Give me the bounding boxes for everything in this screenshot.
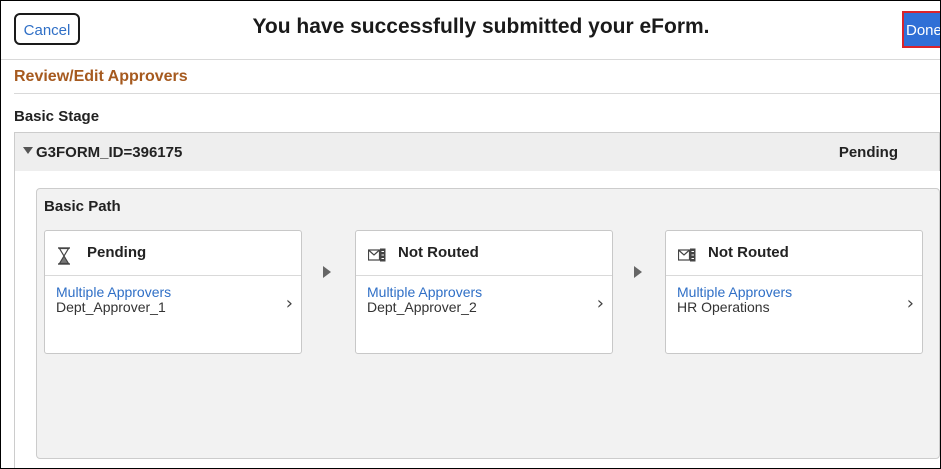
cancel-button[interactable]: Cancel	[14, 13, 80, 45]
chevron-right-icon[interactable]: ›	[907, 293, 914, 314]
not-routed-icon	[678, 248, 696, 262]
stage-title: Basic Stage	[14, 108, 100, 125]
step-header: Not Routed	[356, 231, 612, 276]
not-routed-icon	[368, 248, 386, 262]
caret-down-icon[interactable]	[23, 147, 33, 154]
header-bar: Cancel You have successfully submitted y…	[1, 1, 940, 60]
approval-step-card[interactable]: Not Routed Multiple Approvers HR Operati…	[665, 230, 923, 354]
stage-status: Pending	[838, 144, 898, 161]
step-role: Multiple Approvers	[677, 284, 793, 300]
step-role: Multiple Approvers	[56, 284, 172, 300]
section-divider	[14, 93, 940, 94]
hourglass-icon	[58, 247, 70, 265]
approval-step-card[interactable]: Pending Multiple Approvers Dept_Approver…	[44, 230, 302, 354]
step-status: Not Routed	[708, 244, 789, 261]
stage-collapsible-header[interactable]: G3FORM_ID=396175 Pending	[14, 132, 940, 172]
step-approver: Dept_Approver_1	[56, 299, 166, 315]
flow-arrow-icon	[634, 266, 642, 278]
stage-id[interactable]: G3FORM_ID=396175	[36, 144, 182, 161]
step-role: Multiple Approvers	[367, 284, 483, 300]
step-status: Pending	[87, 244, 147, 261]
section-title: Review/Edit Approvers	[14, 68, 188, 85]
step-approver: Dept_Approver_2	[367, 299, 477, 315]
done-button[interactable]: Done	[902, 11, 940, 48]
eform-window: Cancel You have successfully submitted y…	[0, 0, 941, 469]
approval-step-card[interactable]: Not Routed Multiple Approvers Dept_Appro…	[355, 230, 613, 354]
page-title: You have successfully submitted your eFo…	[252, 15, 710, 38]
step-status: Not Routed	[398, 244, 479, 261]
step-header: Pending	[45, 231, 301, 276]
step-approver: HR Operations	[677, 299, 770, 315]
flow-arrow-icon	[323, 266, 331, 278]
path-title: Basic Path	[44, 198, 121, 215]
chevron-right-icon[interactable]: ›	[597, 293, 604, 314]
chevron-right-icon[interactable]: ›	[286, 293, 293, 314]
step-header: Not Routed	[666, 231, 922, 276]
